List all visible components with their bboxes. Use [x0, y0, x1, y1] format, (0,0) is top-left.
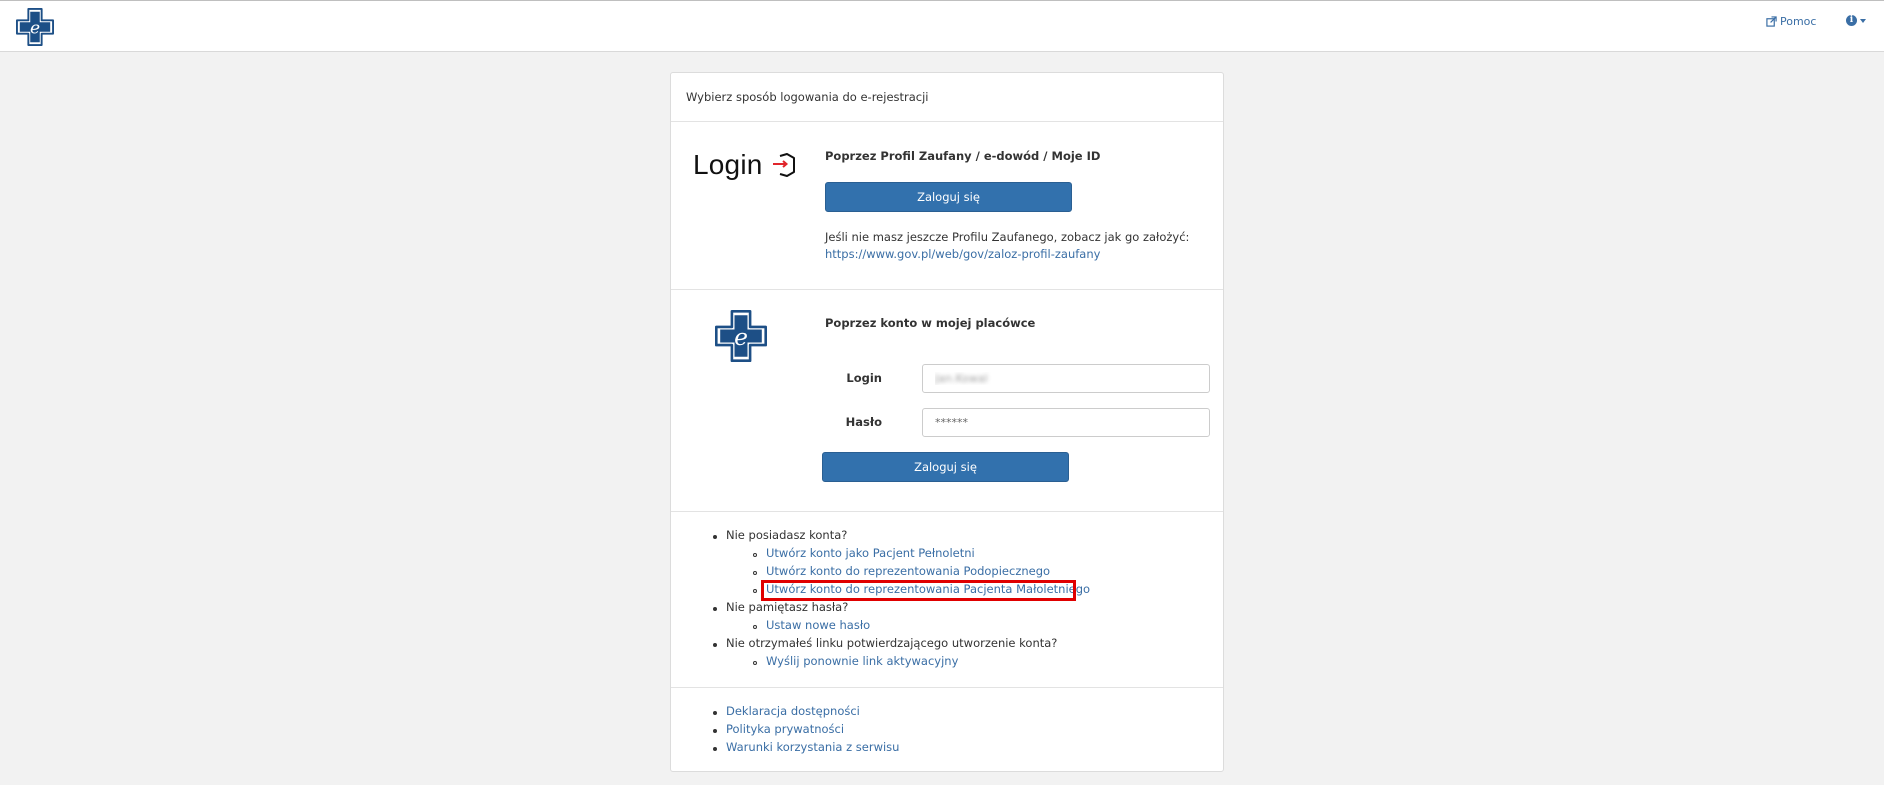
forgot-password-text: Nie pamiętasz hasła? — [726, 600, 849, 614]
login-input[interactable] — [922, 364, 1210, 393]
account-login-title: Poprzez konto w mojej placówce — [825, 316, 1036, 330]
svg-text:e: e — [734, 323, 748, 351]
info-menu-button[interactable]: i — [1846, 15, 1866, 26]
no-activation-link-text: Nie otrzymałeś linku potwierdzającego ut… — [726, 636, 1058, 650]
section-divider — [671, 289, 1223, 290]
panel-heading: Wybierz sposób logowania do e-rejestracj… — [671, 73, 1223, 122]
login-profil-zaufany-logo: Login — [693, 149, 797, 181]
login-logo-text: Login — [693, 149, 763, 180]
external-link-icon — [1766, 16, 1777, 27]
section-divider — [671, 511, 1223, 512]
e-rejestracja-cross-logo-icon: e — [715, 310, 767, 362]
sublist-bullet — [753, 553, 757, 557]
caret-down-icon — [1860, 18, 1866, 23]
profil-zaufany-title: Poprzez Profil Zaufany / e-dowód / Moje … — [825, 149, 1101, 163]
sublist-bullet — [753, 589, 757, 593]
list-bullet — [713, 747, 717, 751]
svg-text:e: e — [30, 19, 40, 39]
create-ward-account-link[interactable]: Utwórz konto do reprezentowania Podopiec… — [766, 564, 1050, 578]
accessibility-declaration-link[interactable]: Deklaracja dostępności — [726, 704, 860, 718]
highlight-box — [761, 580, 1076, 601]
sublist-bullet — [753, 625, 757, 629]
login-panel: Wybierz sposób logowania do e-rejestracj… — [670, 72, 1224, 772]
sublist-bullet — [753, 571, 757, 575]
terms-of-service-link[interactable]: Warunki korzystania z serwisu — [726, 740, 899, 754]
list-bullet — [713, 607, 717, 611]
help-label: Pomoc — [1780, 15, 1817, 28]
help-link[interactable]: Pomoc — [1766, 15, 1816, 28]
section-divider — [671, 687, 1223, 688]
profil-zaufany-info-link[interactable]: https://www.gov.pl/web/gov/zaloz-profil-… — [825, 247, 1100, 261]
account-login-button[interactable]: Zaloguj się — [822, 452, 1069, 482]
profil-zaufany-info-text: Jeśli nie masz jeszcze Profilu Zaufanego… — [825, 230, 1190, 244]
list-bullet — [713, 535, 717, 539]
panel-heading-text: Wybierz sposób logowania do e-rejestracj… — [686, 90, 929, 104]
privacy-policy-link[interactable]: Polityka prywatności — [726, 722, 844, 736]
list-bullet — [713, 729, 717, 733]
sublist-bullet — [753, 661, 757, 665]
set-new-password-link[interactable]: Ustaw nowe hasło — [766, 618, 870, 632]
list-bullet — [713, 643, 717, 647]
login-arrow-icon — [772, 153, 795, 177]
password-field-label: Hasło — [845, 415, 882, 429]
resend-activation-link[interactable]: Wyślij ponownie link aktywacyjny — [766, 654, 958, 668]
profil-zaufany-login-button[interactable]: Zaloguj się — [825, 182, 1072, 212]
password-input[interactable] — [922, 408, 1210, 437]
no-account-text: Nie posiadasz konta? — [726, 528, 848, 542]
login-field-label: Login — [846, 371, 882, 385]
info-circle-icon: i — [1846, 15, 1857, 26]
top-navbar: e Pomoc i — [0, 0, 1884, 52]
list-bullet — [713, 711, 717, 715]
e-rejestracja-logo-icon[interactable]: e — [16, 8, 54, 46]
create-adult-account-link[interactable]: Utwórz konto jako Pacjent Pełnoletni — [766, 546, 975, 560]
